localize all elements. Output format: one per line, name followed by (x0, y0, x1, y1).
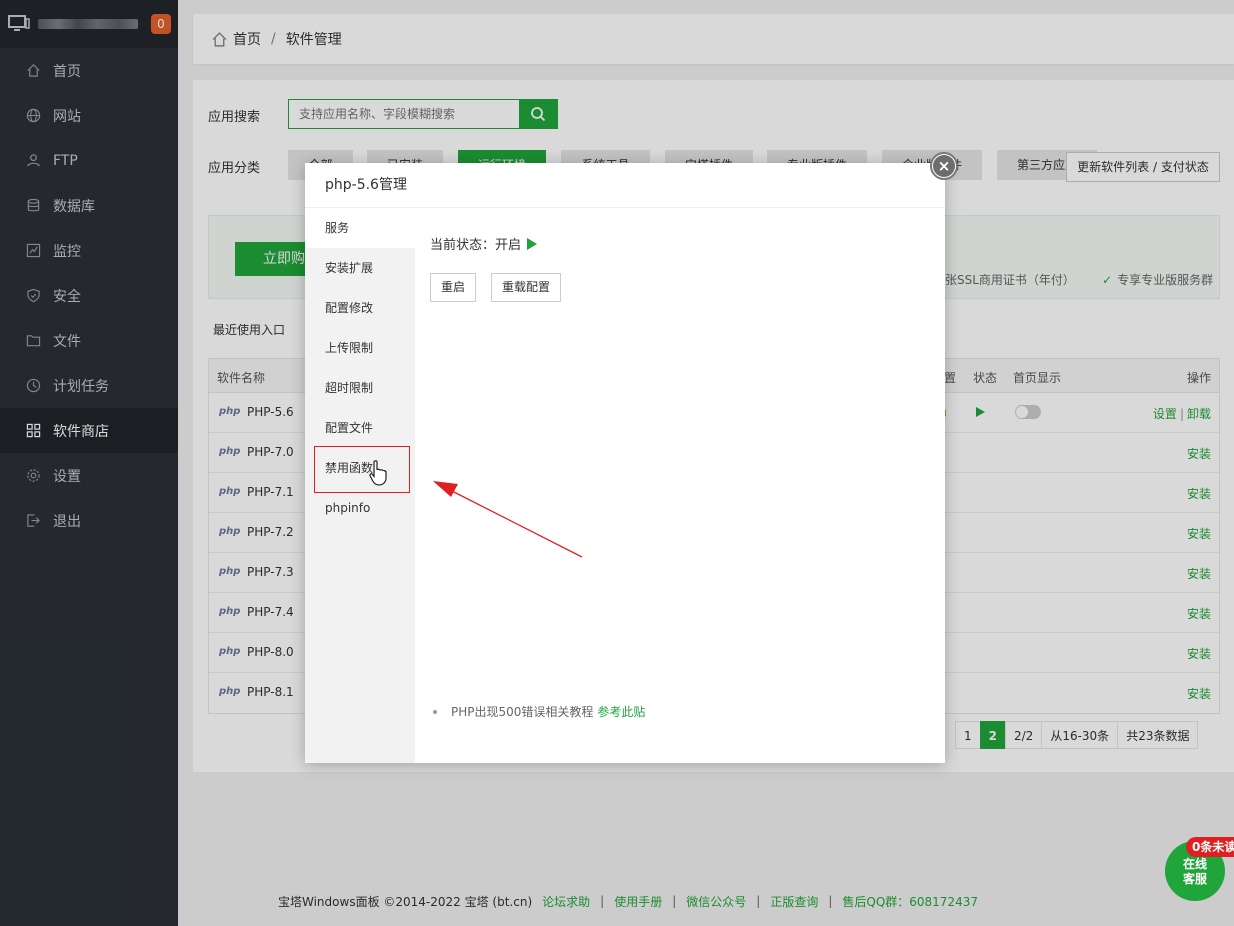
tip-text: PHP出现500错误相关教程 (451, 705, 594, 719)
close-button[interactable]: × (930, 152, 958, 180)
reload-config-button[interactable]: 重载配置 (491, 273, 561, 302)
nav-timeout-limit[interactable]: 超时限制 (305, 368, 415, 408)
hand-cursor-icon (369, 460, 387, 486)
status-text: 当前状态：开启 (430, 238, 522, 253)
unread-badge: 0条未读 (1186, 837, 1234, 857)
play-icon (527, 237, 538, 250)
dialog-content: 当前状态：开启 重启 重载配置 PHP出现500错误相关教程 参考此贴 (430, 208, 930, 763)
bullet-dot (433, 709, 437, 714)
nav-upload-limit[interactable]: 上传限制 (305, 328, 415, 368)
nav-config-modify[interactable]: 配置修改 (305, 288, 415, 328)
annotation-highlight-box (314, 446, 410, 493)
current-status: 当前状态：开启 (430, 234, 538, 253)
support-line1: 在线 (1182, 857, 1207, 871)
support-line2: 客服 (1182, 872, 1207, 886)
nav-service[interactable]: 服务 (305, 208, 415, 248)
help-tip: PHP出现500错误相关教程 参考此贴 (430, 703, 645, 720)
nav-config-file[interactable]: 配置文件 (305, 408, 415, 448)
nav-install-extensions[interactable]: 安装扩展 (305, 248, 415, 288)
restart-button[interactable]: 重启 (430, 273, 476, 302)
tip-link[interactable]: 参考此贴 (597, 703, 645, 720)
close-icon: × (933, 155, 955, 177)
nav-phpinfo[interactable]: phpinfo (305, 488, 415, 528)
dialog-title: php-5.6管理 (305, 163, 945, 208)
